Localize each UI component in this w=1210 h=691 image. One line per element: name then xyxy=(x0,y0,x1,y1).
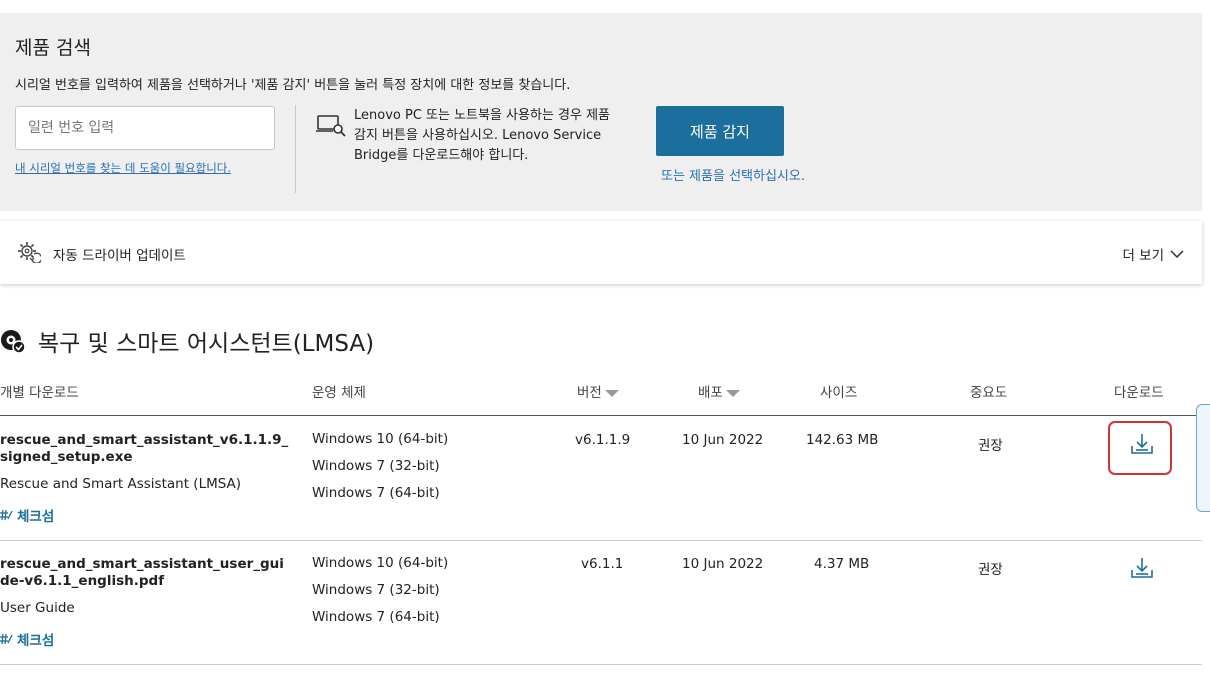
feedback-side-tab[interactable] xyxy=(1196,404,1210,512)
select-product-link[interactable]: 또는 제품을 선택하십시오. xyxy=(661,165,805,184)
header-download-item: 개별 다운로드 xyxy=(0,385,79,401)
see-more-label: 더 보기 xyxy=(1122,248,1164,264)
auto-driver-update-bar[interactable]: 자동 드라이버 업데이트 더 보기 xyxy=(0,221,1202,284)
checksum-button[interactable]: 체크섬 xyxy=(0,629,54,649)
checksum-icon xyxy=(0,509,13,521)
serial-help-link[interactable]: 내 시리얼 번호를 찾는 데 도움이 필요합니다. xyxy=(15,160,231,176)
header-priority: 중요도 xyxy=(970,385,1008,401)
lmsa-product-icon xyxy=(1,330,26,354)
row-divider xyxy=(0,540,1202,541)
serial-number-input[interactable] xyxy=(15,106,275,150)
download-icon[interactable] xyxy=(1129,432,1155,458)
search-description: 시리얼 번호를 입력하여 제품을 선택하거나 '제품 감지' 버튼을 눌러 특정… xyxy=(15,78,571,93)
divider xyxy=(295,105,296,193)
file-description: User Guide xyxy=(0,600,75,616)
sort-down-icon xyxy=(725,389,740,397)
priority-value: 권장 xyxy=(978,562,1003,578)
auto-driver-label: 자동 드라이버 업데이트 xyxy=(53,248,186,264)
version-value: v6.1.1 xyxy=(581,556,624,572)
chevron-down-icon xyxy=(1170,250,1184,259)
release-date: 10 Jun 2022 xyxy=(682,432,764,448)
product-title: 복구 및 스마트 어시스턴트(LMSA) xyxy=(38,331,375,357)
header-download: 다운로드 xyxy=(1114,385,1164,401)
os-item: Windows 10 (64-bit) xyxy=(312,431,449,447)
release-date: 10 Jun 2022 xyxy=(682,556,764,572)
file-description: Rescue and Smart Assistant (LMSA) xyxy=(0,476,242,492)
page: 제품 검색 시리얼 번호를 입력하여 제품을 선택하거나 '제품 감지' 버튼을… xyxy=(0,0,1210,691)
header-os: 운영 체제 xyxy=(312,385,366,401)
checksum-button[interactable]: 체크섬 xyxy=(0,505,54,525)
sort-down-icon xyxy=(604,389,619,397)
checksum-label: 체크섬 xyxy=(17,509,55,525)
detect-product-button[interactable]: 제품 감지 xyxy=(656,106,784,156)
header-size: 사이즈 xyxy=(820,385,858,401)
os-item: Windows 7 (32-bit) xyxy=(312,582,440,598)
header-release: 배포 xyxy=(698,385,723,401)
os-item: Windows 7 (64-bit) xyxy=(312,485,440,501)
header-version: 버전 xyxy=(577,385,602,401)
product-search-panel: 제품 검색 시리얼 번호를 입력하여 제품을 선택하거나 '제품 감지' 버튼을… xyxy=(0,13,1202,211)
version-value: v6.1.1.9 xyxy=(575,432,631,448)
file-size: 142.63 MB xyxy=(806,432,879,448)
header-release-sort[interactable]: 배포 xyxy=(698,381,740,401)
os-item: Windows 10 (64-bit) xyxy=(312,555,449,571)
file-name: rescue_and_smart_assistant_v6.1.1.9_sign… xyxy=(0,432,289,465)
download-icon[interactable] xyxy=(1129,556,1155,582)
gear-refresh-icon xyxy=(18,242,41,263)
os-item: Windows 7 (32-bit) xyxy=(312,458,440,474)
row-divider xyxy=(0,664,1202,665)
file-size: 4.37 MB xyxy=(814,556,870,572)
file-name: rescue_and_smart_assistant_user_guide-v6… xyxy=(0,556,284,589)
checksum-label: 체크섬 xyxy=(17,633,55,649)
os-item: Windows 7 (64-bit) xyxy=(312,609,440,625)
search-title: 제품 검색 xyxy=(15,37,91,59)
priority-value: 권장 xyxy=(978,438,1003,454)
table-header-divider xyxy=(0,415,1202,416)
checksum-icon xyxy=(0,633,13,645)
see-more-button[interactable]: 더 보기 xyxy=(1122,244,1184,264)
lenovo-service-bridge-text: Lenovo PC 또는 노트북을 사용하는 경우 제품 감지 버튼을 사용하십… xyxy=(354,108,611,163)
header-version-sort[interactable]: 버전 xyxy=(577,381,619,401)
laptop-search-icon xyxy=(316,115,346,137)
